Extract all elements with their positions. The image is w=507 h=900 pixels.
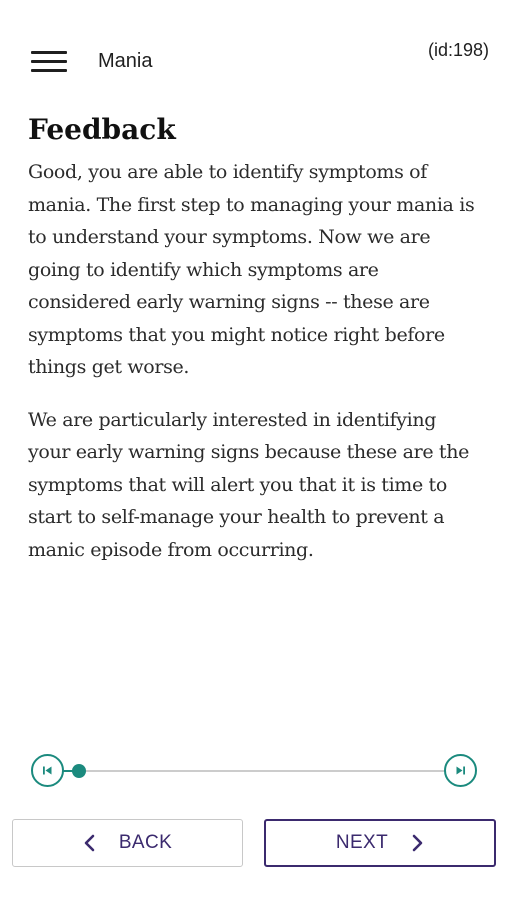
skip-to-end-button[interactable] xyxy=(444,754,477,787)
main-content: Feedback Good, you are able to identify … xyxy=(28,110,483,586)
header-title: Mania xyxy=(98,50,153,72)
back-button-label: BACK xyxy=(118,832,173,853)
skip-to-start-button[interactable] xyxy=(31,754,64,787)
app-header: Mania (id:198) xyxy=(0,0,507,110)
skip-to-start-icon xyxy=(43,766,52,775)
progress-track xyxy=(47,770,461,772)
progress-slider[interactable] xyxy=(31,754,477,788)
back-button[interactable]: BACK xyxy=(12,819,243,867)
progress-thumb[interactable] xyxy=(71,764,86,778)
next-button[interactable]: NEXT xyxy=(264,819,496,867)
feedback-paragraph-1: Good, you are able to identify symptoms … xyxy=(28,161,475,378)
next-button-label: NEXT xyxy=(335,832,389,853)
chevron-right-icon xyxy=(412,834,423,852)
page-title: Feedback xyxy=(28,113,176,146)
chevron-left-icon xyxy=(84,834,95,852)
hamburger-menu-icon[interactable] xyxy=(31,50,67,74)
feedback-paragraph-2: We are particularly interested in identi… xyxy=(28,408,469,561)
skip-to-end-icon xyxy=(456,766,465,775)
page-id-label: (id:198) xyxy=(427,40,489,60)
